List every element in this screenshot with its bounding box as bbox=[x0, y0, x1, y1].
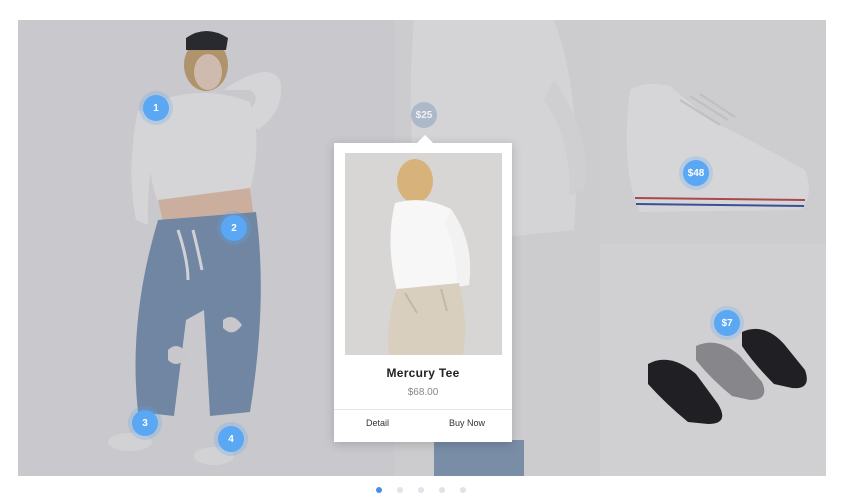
pagination-dot-4[interactable] bbox=[439, 487, 445, 493]
pagination-dot-5[interactable] bbox=[460, 487, 466, 493]
hotspot-2[interactable]: 2 bbox=[221, 215, 247, 241]
hotspot-shoe-price[interactable]: $48 bbox=[683, 160, 709, 186]
product-price: $68.00 bbox=[407, 387, 439, 398]
sneaker-photo bbox=[600, 20, 826, 244]
hotspot-1[interactable]: 1 bbox=[143, 95, 169, 121]
product-image bbox=[345, 153, 502, 355]
hotspot-label: 1 bbox=[153, 102, 159, 114]
pagination-dot-2[interactable] bbox=[397, 487, 403, 493]
hotspot-socks-price[interactable]: $7 bbox=[714, 310, 740, 336]
hotspot-4[interactable]: 4 bbox=[218, 426, 244, 452]
hotspot-label: $7 bbox=[721, 317, 733, 329]
hotspot-label: 2 bbox=[231, 222, 237, 234]
detail-button[interactable]: Detail bbox=[366, 418, 389, 428]
pagination-dot-3[interactable] bbox=[418, 487, 424, 493]
hotspot-label: 4 bbox=[228, 433, 234, 445]
product-name: Mercury Tee bbox=[386, 366, 460, 380]
socks-photo bbox=[600, 244, 826, 476]
hotspot-label: 3 bbox=[142, 417, 148, 429]
carousel-pagination bbox=[376, 487, 466, 493]
hotspot-label: $48 bbox=[687, 167, 705, 179]
popup-divider bbox=[334, 409, 512, 410]
pagination-dot-1[interactable] bbox=[376, 487, 382, 493]
hotspot-3[interactable]: 3 bbox=[132, 410, 158, 436]
buy-now-button[interactable]: Buy Now bbox=[449, 418, 485, 428]
hotspot-label: $25 bbox=[415, 109, 433, 121]
hotspot-top-price[interactable]: $25 bbox=[411, 102, 437, 128]
product-popup: Mercury Tee $68.00 Detail Buy Now bbox=[334, 135, 512, 442]
